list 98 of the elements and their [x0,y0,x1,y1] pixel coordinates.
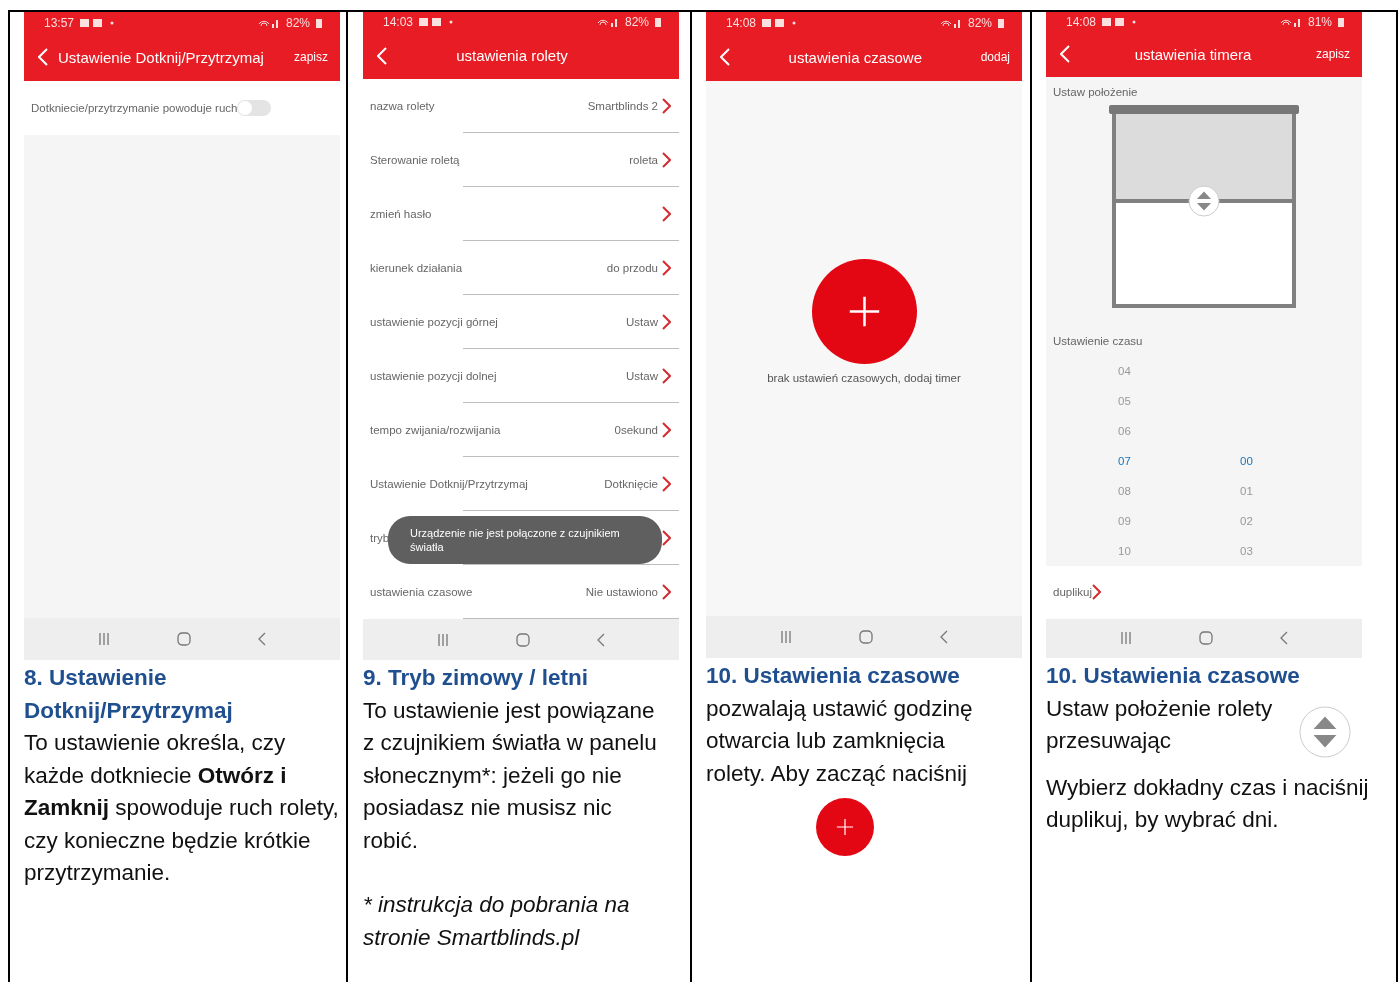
battery-icon [1338,16,1344,27]
setting-label: kierunek działania [370,261,463,274]
setting-label: ustawienie pozycji dolnej [370,369,497,382]
setting-value: Nie ustawiono [585,585,658,598]
signal-icon [257,17,280,28]
minute-option[interactable]: 00 [1240,445,1260,476]
setting-label: ustawienia czasowe [370,585,473,598]
up-down-handle-icon[interactable] [1188,185,1220,218]
home-icon[interactable] [516,632,530,647]
description-text: To ustawienie jest powiązane z czujnikiem światła w panelu słonecznym*: jeżeli go nie posiadasz nie musisz nic robić. [363,697,657,853]
add-button-icon[interactable] [816,798,874,856]
hour-option[interactable]: 05 [1118,385,1138,416]
chevron-right-icon [662,313,671,330]
setting-label: Sterowanie roletą [370,153,460,166]
setting-value: 0sekund [614,423,658,436]
battery-icon [316,17,322,28]
clock-time: 13:57 [44,15,75,30]
setting-label: duplikuj [1053,585,1092,598]
recent-apps-icon[interactable] [779,631,792,643]
setting-value: do przodu [606,261,658,274]
setting-label: Dotkniecie/przytrzymanie powoduje ruch [31,101,238,114]
clock-time: 14:08 [1066,14,1097,29]
home-icon[interactable] [1199,631,1213,646]
minute-option[interactable]: 03 [1240,535,1260,566]
hour-option[interactable]: 09 [1118,505,1138,536]
battery-icon [655,17,661,28]
duplicate-row[interactable]: duplikuj [1046,565,1362,619]
setting-label: zmień hasło [370,207,432,220]
section-heading: 9. Tryb zimowy / letni [363,664,590,692]
footnote-text: * instrukcja do pobrania na stronie Smartblinds.pl [363,891,631,952]
section-heading: 8. Ustawienie Dotknij/Przytrzymaj [24,664,234,725]
section-heading: 10. Ustawienia czasowe [1046,662,1301,690]
setting-label: tryb [370,531,390,544]
home-icon[interactable] [859,630,873,644]
back-icon[interactable] [597,632,606,647]
clock-time: 14:08 [726,15,757,30]
chevron-right-icon [662,475,671,492]
header-action[interactable]: dodaj [980,50,1010,64]
hour-option[interactable]: 10 [1118,535,1138,566]
chevron-right-icon [662,583,671,600]
description-text: To ustawienie określa, czy każde dotkniecie Otwórz i Zamknij spowoduje ruch rolety, czy konieczne będzie krótkie przytrzymanie. [24,730,339,885]
setting-label: ustawienie pozycji górnej [370,315,498,328]
minute-option[interactable]: 01 [1240,475,1260,506]
toggle-switch[interactable] [237,99,272,116]
setting-value: roleta [629,153,658,166]
chevron-right-icon [662,367,671,384]
screen-title: ustawienia czasowe [787,48,923,66]
signal-icon [939,17,962,28]
hour-option[interactable]: 08 [1118,475,1138,506]
back-icon[interactable] [940,630,949,644]
chevron-right-icon [662,421,671,438]
header-action[interactable]: zapisz [294,50,328,64]
add-button-icon[interactable] [811,259,917,364]
battery-level: 82% [967,15,992,30]
battery-level: 82% [624,15,649,30]
hour-option[interactable]: 07 [1118,445,1138,476]
signal-icon [1279,16,1302,27]
screen-title: ustawienia rolety [455,47,569,65]
back-icon[interactable] [1280,631,1289,646]
section-label: Ustaw położenie [1052,84,1139,100]
screen-title: Ustawienie Dotknij/Przytrzymaj [58,48,265,66]
window-frame[interactable] [1112,113,1296,308]
setting-value: Dotknięcie [604,477,658,490]
chevron-right-icon [662,151,671,168]
section-label: Ustawienie czasu [1052,333,1144,349]
message-toast: Urządzenie nie jest połączone z czujnikiem światła [388,516,662,565]
section-heading: 10. Ustawienia czasowe [706,662,961,690]
battery-level: 81% [1307,14,1332,29]
chevron-right-icon [662,97,671,114]
battery-level: 82% [285,15,310,30]
chevron-right-icon [662,529,671,546]
setting-label: Ustawienie Dotknij/Przytrzymaj [370,477,528,490]
minute-option[interactable]: 02 [1240,505,1260,536]
setting-label: nazwa rolety [370,99,435,112]
header-action[interactable]: zapisz [1316,47,1350,62]
setting-value: Smartblinds 2 [587,99,658,112]
empty-message: brak ustawień czasowych, dodaj timer [767,372,961,384]
back-icon[interactable] [258,632,267,646]
description-text: Wybierz dokładny czas i naciśnij duplikuj, by wybrać dni. [1046,774,1369,832]
recent-apps-icon[interactable] [97,633,110,645]
setting-value: Ustaw [626,369,658,382]
up-down-handle-icon[interactable] [1299,705,1351,758]
setting-value: Ustaw [626,315,658,328]
chevron-right-icon [662,259,671,276]
chevron-right-icon [1092,583,1101,600]
description-text: Ustaw położenie rolety przesuwając [1046,694,1274,755]
signal-icon [596,17,619,28]
screen-title: ustawienia timera [1133,45,1253,63]
recent-apps-icon[interactable] [436,633,449,646]
hour-option[interactable]: 04 [1118,355,1138,386]
battery-icon [998,17,1004,28]
setting-label: tempo zwijania/rozwijania [370,423,501,436]
recent-apps-icon[interactable] [1119,632,1132,645]
clock-time: 14:03 [383,15,414,30]
home-icon[interactable] [177,632,191,646]
description-text: pozwalają ustawić godzinę otwarcia lub zamknięcia rolety. Aby zacząć naciśnij [706,695,973,786]
chevron-right-icon [662,205,671,222]
hour-option[interactable]: 06 [1118,415,1138,446]
